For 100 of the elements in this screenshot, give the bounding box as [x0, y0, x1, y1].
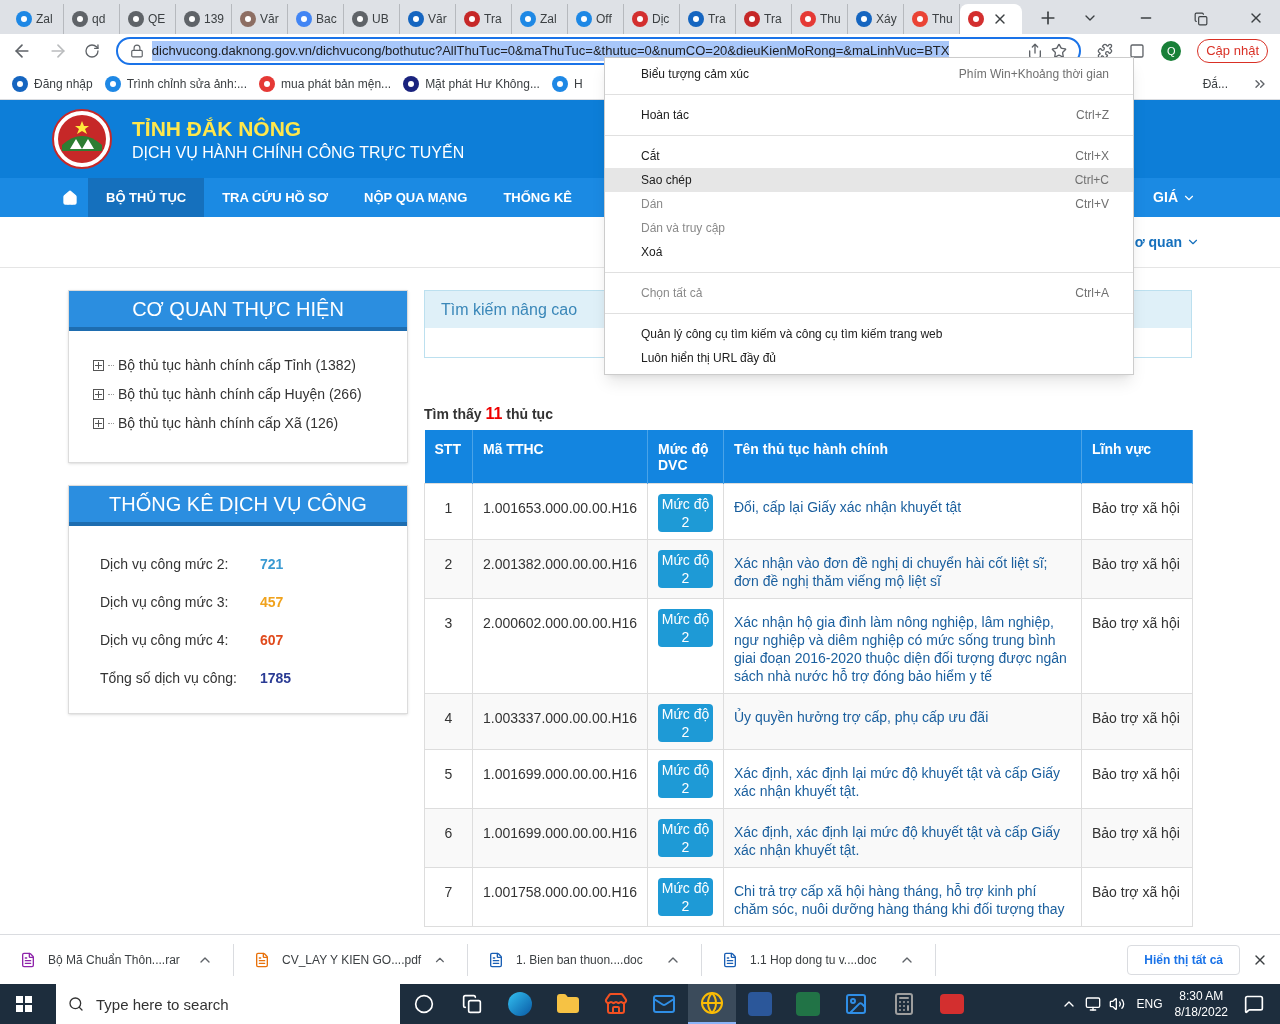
- download-item[interactable]: 1.1 Hop dong tu v....doc: [702, 943, 936, 976]
- expand-icon[interactable]: [93, 360, 104, 371]
- favicon-icon: [72, 11, 88, 27]
- stat-label: Tổng số dịch vụ công:: [100, 669, 238, 688]
- panel-header: THỐNG KÊ DỊCH VỤ CÔNG: [69, 486, 407, 526]
- download-item[interactable]: 1. Bien ban thuon....doc: [468, 943, 702, 976]
- notifications-icon[interactable]: [1244, 994, 1264, 1014]
- table-cell: Bảo trợ xã hội: [1081, 539, 1193, 598]
- table-cell: 3: [424, 598, 473, 693]
- download-item[interactable]: CV_LAY Y KIEN GO....pdf: [234, 943, 468, 976]
- table-cell: 7: [424, 867, 473, 926]
- show-all-button[interactable]: Hiển thị tất cả: [1127, 944, 1240, 975]
- restore-icon[interactable]: [1194, 12, 1208, 26]
- taskbar-search-field[interactable]: Type here to search: [56, 984, 400, 1024]
- level-badge: Mức độ 2: [658, 703, 713, 742]
- search-icon: [68, 996, 84, 1012]
- table-cell: 6: [424, 808, 473, 867]
- column-header: Mã TTHC: [472, 430, 648, 483]
- favicon-icon: [259, 75, 276, 92]
- favicon-icon: [464, 11, 480, 27]
- bookmark[interactable]: Trình chỉnh sửa ảnh:...: [104, 74, 248, 93]
- tree-label: Bộ thủ tục hành chính cấp Huyện (266): [118, 385, 362, 404]
- table-cell: 1.001758.000.00.00.H16: [472, 867, 648, 926]
- file-icon: [722, 951, 738, 968]
- favicon-icon: [408, 11, 424, 27]
- menu-item[interactable]: Luôn hiển thị URL đầy đủ: [605, 346, 1133, 370]
- clock-date[interactable]: 8/18/2022: [1174, 1004, 1228, 1020]
- column-header: Tên thủ tục hành chính: [723, 430, 1082, 483]
- bookmark[interactable]: Đăng nhập: [12, 74, 93, 93]
- menu-item[interactable]: Biểu tượng cảm xúc Phím Win+Khoảng thời gian: [605, 62, 1133, 86]
- extensions-icon[interactable]: [1097, 43, 1114, 59]
- expand-icon[interactable]: [93, 389, 104, 400]
- windows-start-icon[interactable]: [16, 996, 32, 1012]
- table-cell: 4: [424, 693, 473, 749]
- level-badge: Mức độ 2: [658, 877, 713, 916]
- bookmark[interactable]: Đắ...: [1202, 74, 1228, 93]
- file-icon: [254, 951, 270, 968]
- panel-header: CƠ QUAN THỰC HIỆN: [69, 291, 407, 331]
- table-cell: 1: [424, 483, 473, 539]
- favicon-icon: [128, 11, 144, 27]
- menu-item[interactable]: Sao chép Ctrl+C: [605, 168, 1133, 192]
- search-panel-title[interactable]: Tìm kiếm nâng cao: [441, 297, 578, 322]
- expand-icon[interactable]: [93, 418, 104, 429]
- bookmark[interactable]: mua phát bản mện...: [259, 74, 392, 93]
- menu-item[interactable]: Xoá: [605, 240, 1133, 264]
- volume-icon[interactable]: [1108, 996, 1125, 1012]
- favicon-icon: [240, 11, 256, 27]
- tree-item[interactable]: Bộ thủ tục hành chính cấp Tỉnh (1382): [93, 355, 383, 376]
- menu-item[interactable]: Cắt Ctrl+X: [605, 144, 1133, 168]
- agency-dropdown[interactable]: ơ quan: [1134, 231, 1200, 253]
- share-icon[interactable]: [1027, 43, 1044, 59]
- province-logo-icon: [52, 109, 112, 169]
- table-cell: 2.000602.000.00.00.H16: [472, 598, 648, 693]
- clock-time[interactable]: 8:30 AM: [1179, 988, 1224, 1004]
- menu-item[interactable]: Quản lý công cụ tìm kiếm và công cụ tìm kiếm trang web: [605, 322, 1133, 346]
- nav-item[interactable]: NỘP QUA MẠNG: [346, 178, 486, 217]
- favicon-icon: [352, 11, 368, 27]
- nav-item[interactable]: GIÁ: [1153, 178, 1280, 217]
- language-indicator[interactable]: ENG: [1136, 995, 1163, 1013]
- level-badge: Mức độ 2: [658, 608, 713, 647]
- table-cell: Bảo trợ xã hội: [1081, 598, 1193, 693]
- table-cell: 1.003337.000.00.00.H16: [472, 693, 648, 749]
- sidebar-icon[interactable]: [1129, 43, 1146, 59]
- stat-value: 721: [260, 555, 284, 574]
- table-cell: Bảo trợ xã hội: [1081, 808, 1193, 867]
- stat-label: Dịch vụ công mức 3:: [100, 593, 230, 612]
- download-item[interactable]: Bộ Mã Chuẩn Thôn....rar: [0, 943, 234, 976]
- column-header: STT: [424, 430, 473, 483]
- menu-item[interactable]: Hoàn tác Ctrl+Z: [605, 103, 1133, 127]
- star-icon[interactable]: [1051, 43, 1068, 59]
- browser-tab[interactable]: [960, 4, 1022, 34]
- home-icon: [62, 189, 78, 206]
- column-header: Lĩnh vực: [1081, 430, 1193, 483]
- table-cell: Bảo trợ xã hội: [1081, 749, 1193, 808]
- network-icon[interactable]: [1084, 996, 1101, 1012]
- column-header: Mức độ DVC: [647, 430, 724, 483]
- favicon-icon: [912, 11, 928, 27]
- favicon-icon: [403, 75, 420, 92]
- reload-icon[interactable]: [83, 43, 100, 59]
- nav-item[interactable]: THỐNG KÊ: [485, 178, 590, 217]
- favicon-icon: [632, 11, 648, 27]
- result-count: Tìm thấy 11 thủ tục: [424, 404, 554, 424]
- nav-item[interactable]: BỘ THỦ TỤC: [88, 178, 205, 217]
- bookmark[interactable]: H: [551, 74, 583, 93]
- table-cell: 2.001382.000.00.00.H16: [472, 539, 648, 598]
- bookmark[interactable]: Mặt phát Hư Không...: [403, 74, 540, 93]
- stat-label: Dịch vụ công mức 4:: [100, 631, 230, 650]
- favicon-icon: [968, 11, 984, 27]
- table-cell: 5: [424, 749, 473, 808]
- tree-item[interactable]: Bộ thủ tục hành chính cấp Xã (126): [93, 413, 383, 434]
- table-cell: 2: [424, 539, 473, 598]
- tree-item[interactable]: Bộ thủ tục hành chính cấp Huyện (266): [93, 384, 383, 405]
- profile-avatar[interactable]: Q: [1161, 41, 1182, 61]
- table-cell: Bảo trợ xã hội: [1081, 693, 1193, 749]
- favicon-icon: [104, 75, 121, 92]
- favicon-icon: [184, 11, 200, 27]
- site-title: TỈNH ĐẮK NÔNG: [132, 117, 303, 139]
- nav-item[interactable]: TRA CỨU HỒ SƠ: [204, 178, 347, 217]
- favicon-icon: [520, 11, 536, 27]
- favicon-icon: [744, 11, 760, 27]
